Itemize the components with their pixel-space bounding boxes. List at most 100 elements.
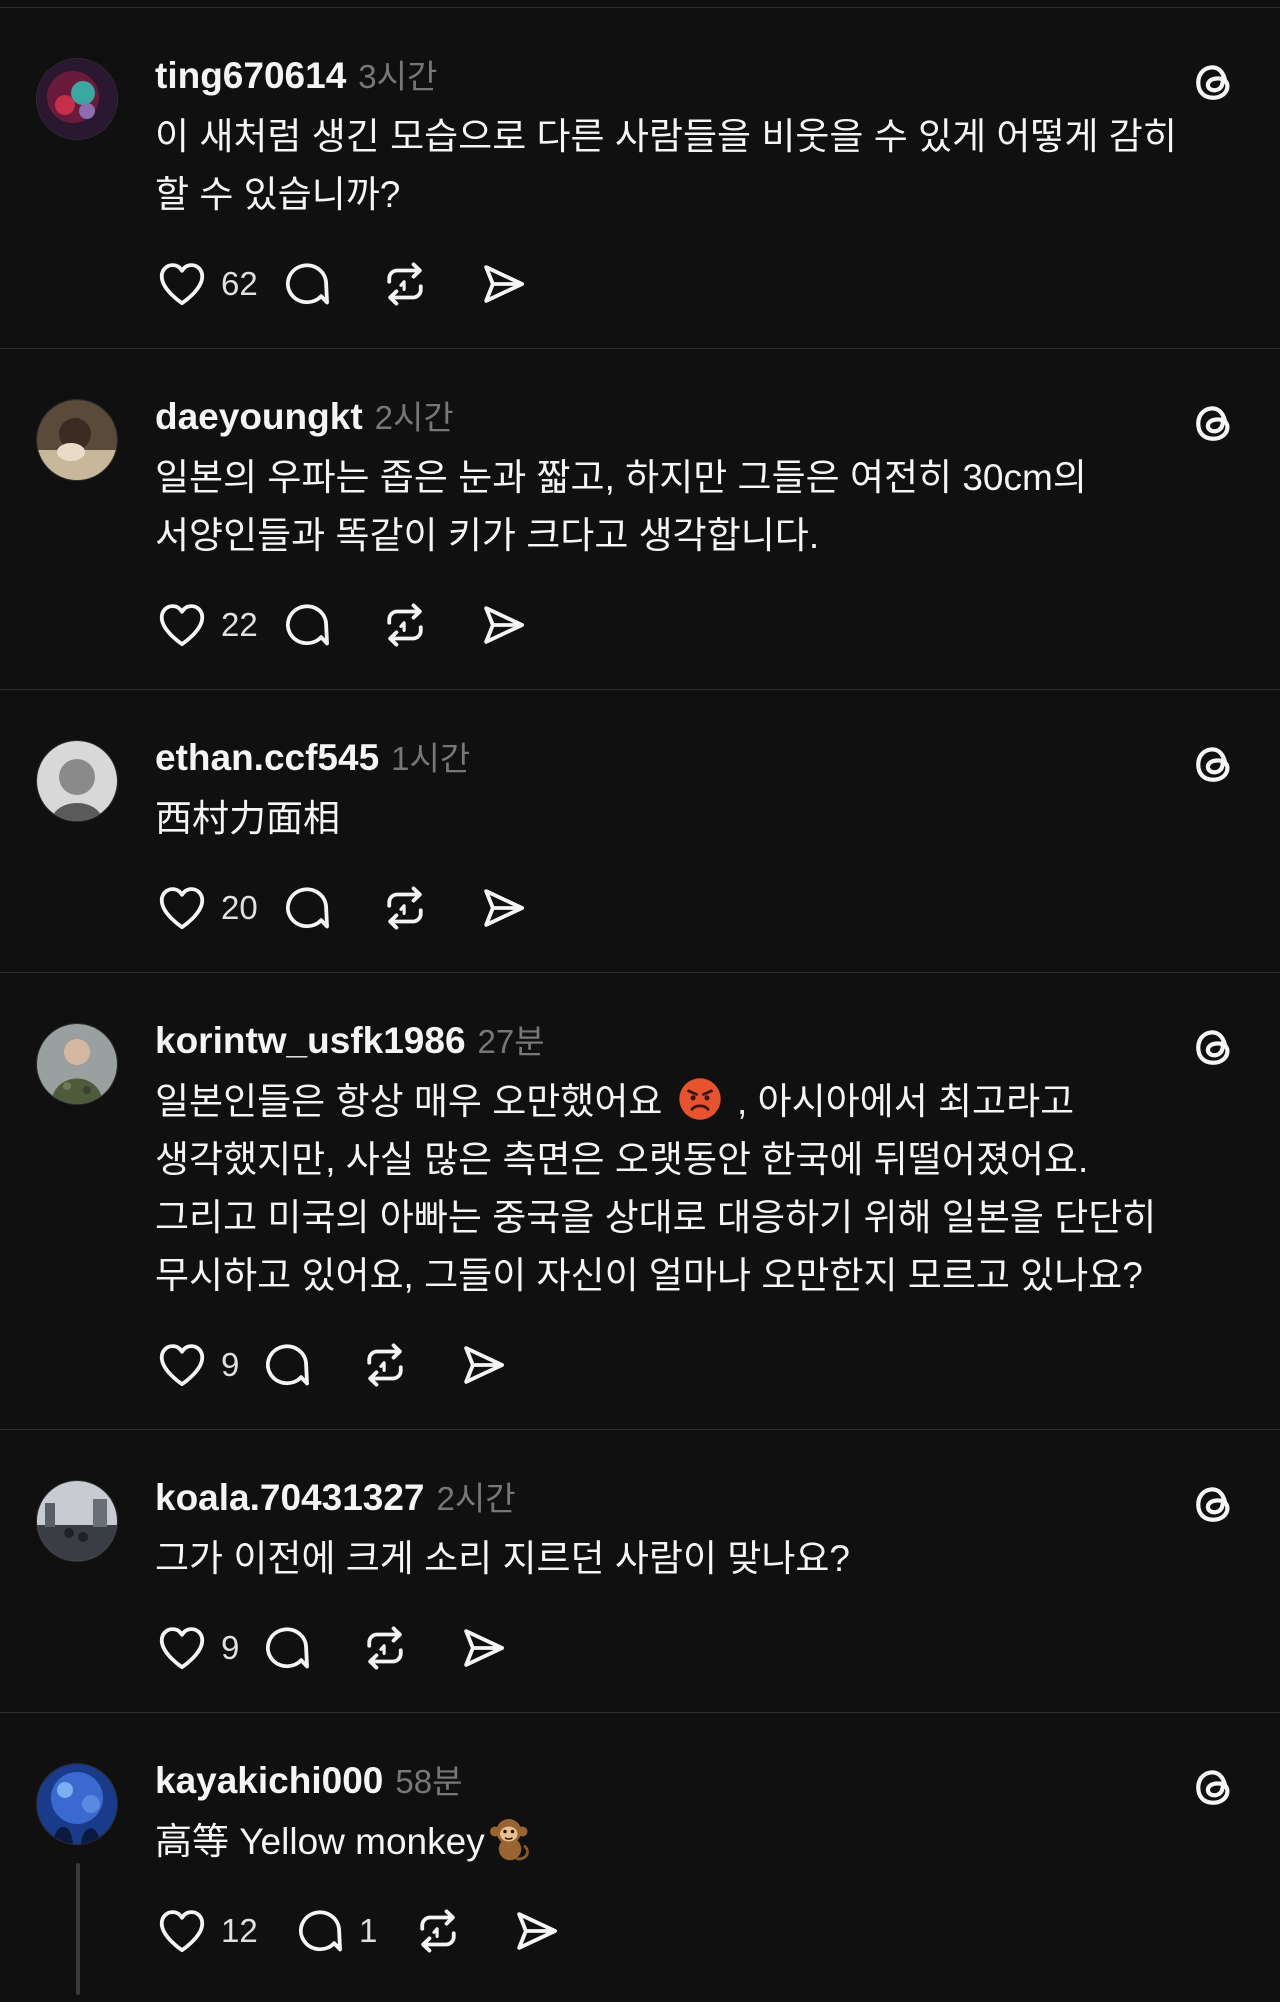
comment-bubble-icon bbox=[293, 1904, 347, 1958]
reply-post: ethan.ccf545 1시간 西村力面相 20 bbox=[0, 690, 1280, 973]
share-button[interactable] bbox=[476, 881, 530, 935]
like-button[interactable]: 9 bbox=[155, 1338, 260, 1392]
action-bar: 22 bbox=[155, 595, 1244, 655]
like-button[interactable]: 22 bbox=[155, 598, 280, 652]
like-count: 20 bbox=[221, 889, 258, 926]
post-text: 이 새처럼 생긴 모습으로 다른 사람들을 비웃을 수 있게 어떻게 감히 할 … bbox=[155, 116, 1177, 215]
top-divider bbox=[0, 0, 1280, 8]
angry-face-emoji bbox=[678, 1078, 721, 1120]
post-text: 그가 이전에 크게 소리 지르던 사람이 맞나요? bbox=[155, 1538, 850, 1579]
reply-post: ting670614 3시간 이 새처럼 생긴 모습으로 다른 사람들을 비웃을… bbox=[0, 8, 1280, 349]
threads-logo-icon bbox=[1186, 736, 1242, 792]
heart-icon bbox=[155, 1338, 209, 1392]
timestamp: 1시간 bbox=[391, 740, 471, 777]
reply-post: koala.70431327 2시간 그가 이전에 크게 소리 지르던 사람이 … bbox=[0, 1430, 1280, 1713]
reply-button[interactable] bbox=[280, 257, 378, 311]
repost-button[interactable] bbox=[358, 1621, 456, 1675]
threads-logo-icon bbox=[1186, 1476, 1242, 1532]
reply-post: korintw_usfk1986 27분 일본인들은 항상 매우 오만했어요 ,… bbox=[0, 973, 1280, 1430]
timestamp: 58분 bbox=[395, 1763, 463, 1800]
like-button[interactable]: 20 bbox=[155, 881, 280, 935]
repost-icon bbox=[358, 1338, 412, 1392]
post-text: 高等 Yellow monkey bbox=[155, 1813, 1244, 1871]
avatar[interactable] bbox=[36, 1763, 118, 1845]
action-bar: 20 bbox=[155, 878, 1244, 938]
heart-icon bbox=[155, 1904, 209, 1958]
post-text: 일본의 우파는 좁은 눈과 짧고, 하지만 그들은 여전히 30cm의 서양인들… bbox=[155, 457, 1087, 556]
timestamp: 27분 bbox=[477, 1023, 545, 1060]
like-count: 62 bbox=[221, 265, 258, 302]
post-text: 일본인들은 항상 매우 오만했어요 , 아시아에서 최고라고 생각했지만, 사실… bbox=[155, 1073, 1244, 1305]
action-bar: 62 bbox=[155, 254, 1244, 314]
username[interactable]: ting670614 bbox=[155, 55, 346, 97]
avatar[interactable] bbox=[36, 1480, 118, 1562]
comment-bubble-icon bbox=[260, 1338, 314, 1392]
reply-post: daeyoungkt 2시간 일본의 우파는 좁은 눈과 짧고, 하지만 그들은… bbox=[0, 349, 1280, 690]
like-count: 9 bbox=[221, 1629, 240, 1666]
thread-line bbox=[76, 1863, 80, 1995]
reply-button[interactable] bbox=[260, 1338, 358, 1392]
share-button[interactable] bbox=[509, 1904, 563, 1958]
post-text: 西村力面相 bbox=[155, 798, 340, 839]
threads-logo-icon bbox=[1186, 1759, 1242, 1815]
repost-button[interactable] bbox=[378, 598, 476, 652]
heart-icon bbox=[155, 881, 209, 935]
repost-button[interactable] bbox=[411, 1904, 509, 1958]
reply-button[interactable]: 1 bbox=[293, 1904, 411, 1958]
post-text-part: 高等 Yellow monkey bbox=[155, 1821, 485, 1862]
avatar[interactable] bbox=[36, 58, 118, 140]
send-icon bbox=[456, 1338, 510, 1392]
action-bar: 9 bbox=[155, 1618, 1244, 1678]
username[interactable]: daeyoungkt bbox=[155, 396, 363, 438]
like-count: 9 bbox=[221, 1346, 240, 1383]
repost-button[interactable] bbox=[358, 1338, 456, 1392]
send-icon bbox=[476, 257, 530, 311]
post-text-part: 일본인들은 항상 매우 오만했어요 bbox=[155, 1081, 663, 1122]
username[interactable]: kayakichi000 bbox=[155, 1760, 383, 1802]
action-bar: 9 bbox=[155, 1335, 1244, 1395]
threads-logo-icon bbox=[1186, 395, 1242, 451]
share-button[interactable] bbox=[456, 1338, 510, 1392]
heart-icon bbox=[155, 1621, 209, 1675]
action-bar: 12 1 bbox=[155, 1901, 1244, 1961]
share-button[interactable] bbox=[456, 1621, 510, 1675]
repost-button[interactable] bbox=[378, 257, 476, 311]
username[interactable]: korintw_usfk1986 bbox=[155, 1020, 466, 1062]
repost-icon bbox=[411, 1904, 465, 1958]
avatar[interactable] bbox=[36, 740, 118, 822]
avatar[interactable] bbox=[36, 399, 118, 481]
threads-logo-icon bbox=[1186, 54, 1242, 110]
comment-bubble-icon bbox=[260, 1621, 314, 1675]
share-button[interactable] bbox=[476, 598, 530, 652]
timestamp: 3시간 bbox=[358, 58, 438, 95]
threads-logo-icon bbox=[1186, 1019, 1242, 1075]
timestamp: 2시간 bbox=[374, 399, 454, 436]
comment-bubble-icon bbox=[280, 598, 334, 652]
repost-icon bbox=[378, 881, 432, 935]
heart-icon bbox=[155, 598, 209, 652]
reply-button[interactable] bbox=[280, 881, 378, 935]
heart-icon bbox=[155, 257, 209, 311]
monkey-emoji bbox=[489, 1819, 529, 1861]
reply-button[interactable] bbox=[260, 1621, 358, 1675]
username[interactable]: ethan.ccf545 bbox=[155, 737, 379, 779]
username[interactable]: koala.70431327 bbox=[155, 1477, 425, 1519]
repost-icon bbox=[378, 257, 432, 311]
reply-button[interactable] bbox=[280, 598, 378, 652]
reply-post: kayakichi000 58분 高等 Yellow monkey 12 1 bbox=[0, 1713, 1280, 1995]
repost-icon bbox=[358, 1621, 412, 1675]
timestamp: 2시간 bbox=[436, 1480, 516, 1517]
comment-bubble-icon bbox=[280, 257, 334, 311]
comment-bubble-icon bbox=[280, 881, 334, 935]
like-count: 22 bbox=[221, 606, 258, 643]
like-button[interactable]: 9 bbox=[155, 1621, 260, 1675]
send-icon bbox=[456, 1621, 510, 1675]
like-button[interactable]: 12 bbox=[155, 1904, 293, 1958]
repost-button[interactable] bbox=[378, 881, 476, 935]
avatar[interactable] bbox=[36, 1023, 118, 1105]
share-button[interactable] bbox=[476, 257, 530, 311]
send-icon bbox=[476, 881, 530, 935]
like-button[interactable]: 62 bbox=[155, 257, 280, 311]
send-icon bbox=[509, 1904, 563, 1958]
reply-count: 1 bbox=[359, 1912, 378, 1949]
